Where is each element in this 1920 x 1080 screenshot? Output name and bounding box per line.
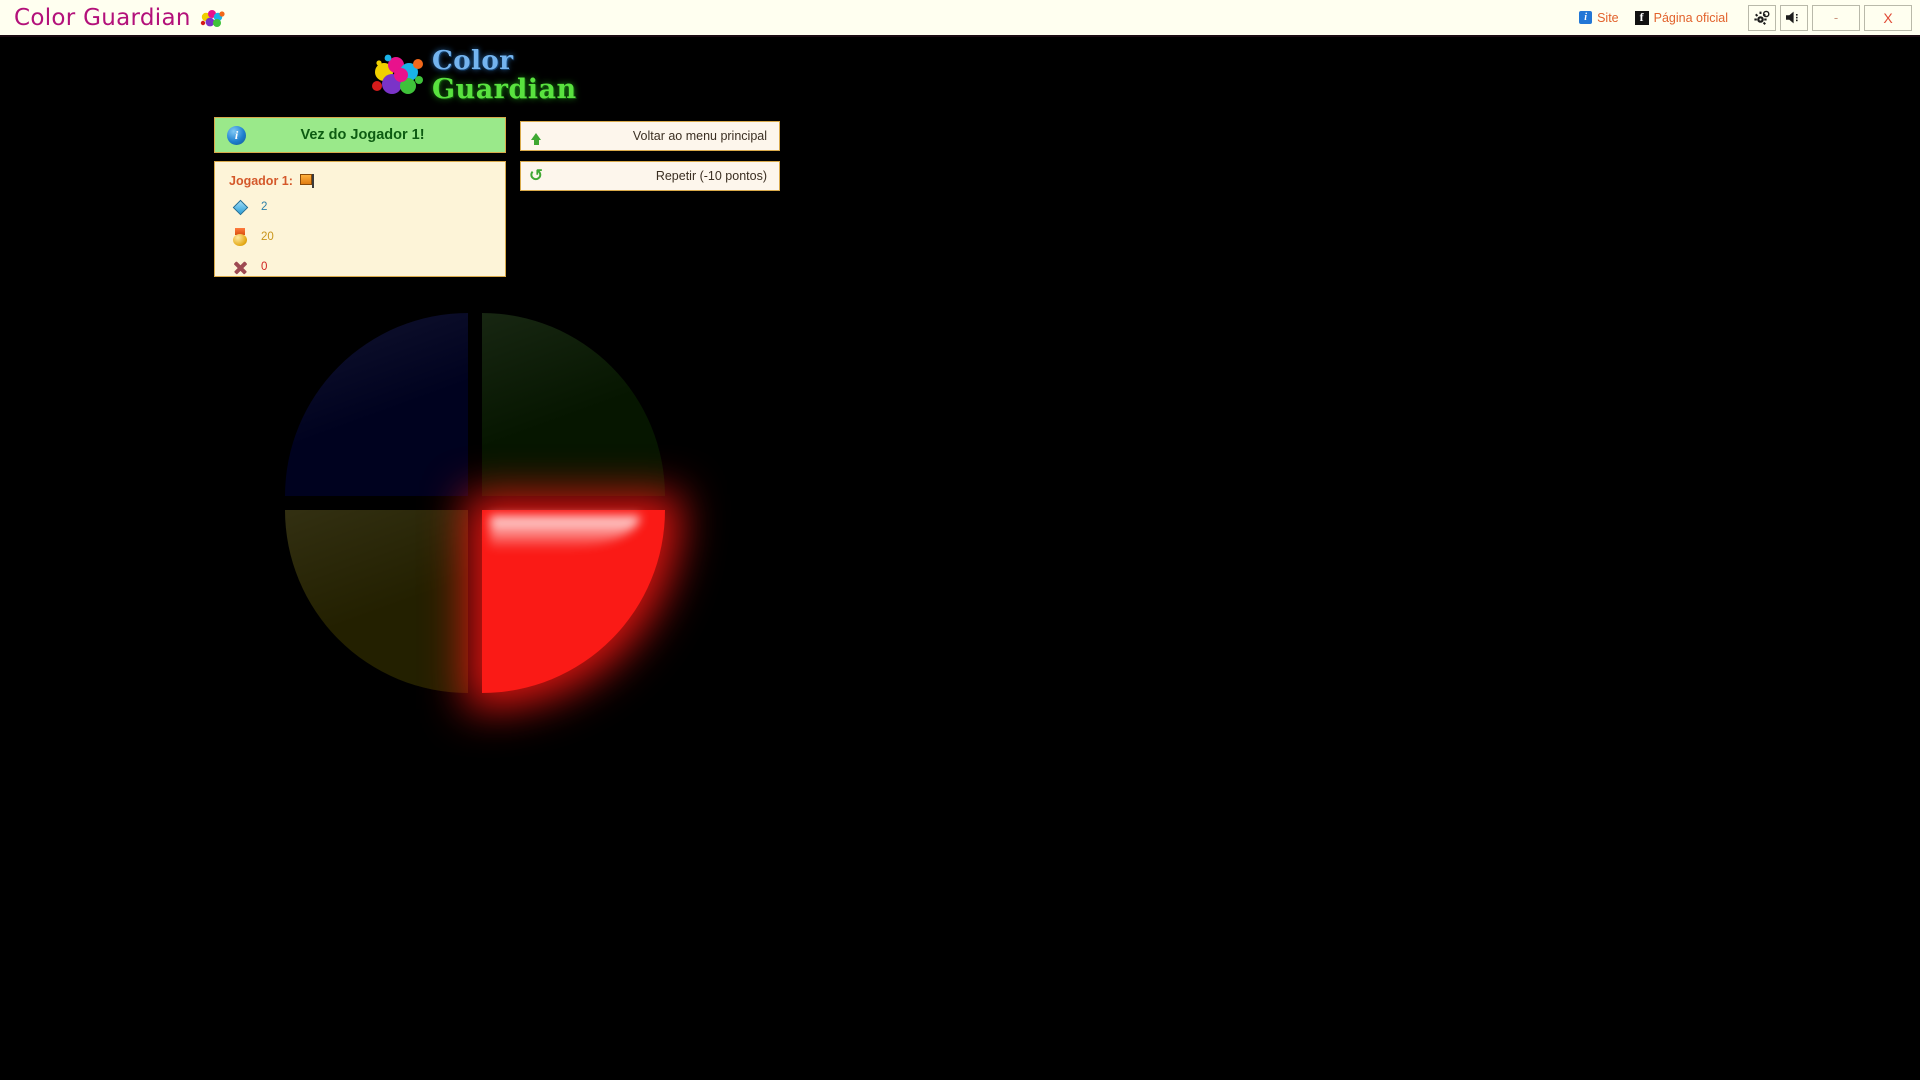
logo-line-color: Color [432,46,514,76]
refresh-icon: ↺ [528,165,544,186]
back-to-main-menu-label: Voltar ao menu principal [632,129,767,143]
official-page-label: Página oficial [1653,10,1728,25]
facebook-icon: f [1634,10,1649,25]
paint-splatter-icon [200,8,226,30]
x-mark-icon [229,260,251,275]
back-to-main-menu-button[interactable]: Voltar ao menu principal [520,121,780,151]
wheel-quadrant-red[interactable] [482,510,665,693]
medal-icon [229,228,251,246]
status-text: Vez do Jogador 1! [300,127,425,143]
info-circle-icon: i [227,125,246,145]
stat-value-errors: 0 [261,261,268,273]
logo-line-guardian: Guardian [432,74,577,105]
repeat-button[interactable]: ↺ Repetir (-10 pontos) [520,161,780,191]
stat-value-score: 20 [261,231,274,243]
gear-icon [1753,10,1770,25]
arrow-up-icon [521,132,551,145]
paint-splatter-icon [370,50,428,102]
stat-row-score: 20 [229,222,505,252]
orange-flag-icon [299,174,315,188]
wheel-quadrant-yellow[interactable] [285,510,468,693]
sound-button[interactable] [1780,4,1808,31]
wheel-quadrant-green[interactable] [482,313,665,496]
stat-row-lives: 2 [229,192,505,222]
speaker-icon [1786,11,1798,24]
player-name-label: Jogador 1: [229,174,293,188]
status-banner: i Vez do Jogador 1! [214,117,506,153]
info-square-icon: i [1579,11,1593,24]
app-title: Color Guardian [14,4,191,31]
game-logo: Color Guardian [370,48,577,103]
settings-button[interactable] [1748,4,1776,31]
diamond-icon [229,199,251,215]
minimize-button[interactable]: - [1812,4,1860,31]
repeat-label: Repetir (-10 pontos) [655,169,767,183]
stat-value-lives: 2 [261,201,268,213]
player-name-row: Jogador 1: [229,170,505,192]
minimize-label: - [1833,10,1839,25]
color-wheel [285,313,665,693]
titlebar-right-controls: i Site f Página oficial - X [1579,0,1920,35]
player-info-panel: Jogador 1: 2 20 0 [214,161,506,277]
close-button[interactable]: X [1864,4,1912,31]
title-bar: Color Guardian i Site f Página oficial -… [0,0,1920,37]
wheel-quadrant-blue[interactable] [285,313,468,496]
stat-row-errors: 0 [229,252,505,282]
site-link-label: Site [1597,10,1619,25]
site-link[interactable]: i Site [1579,11,1619,25]
close-label: X [1883,9,1893,26]
official-page-link[interactable]: f Página oficial [1634,10,1728,25]
